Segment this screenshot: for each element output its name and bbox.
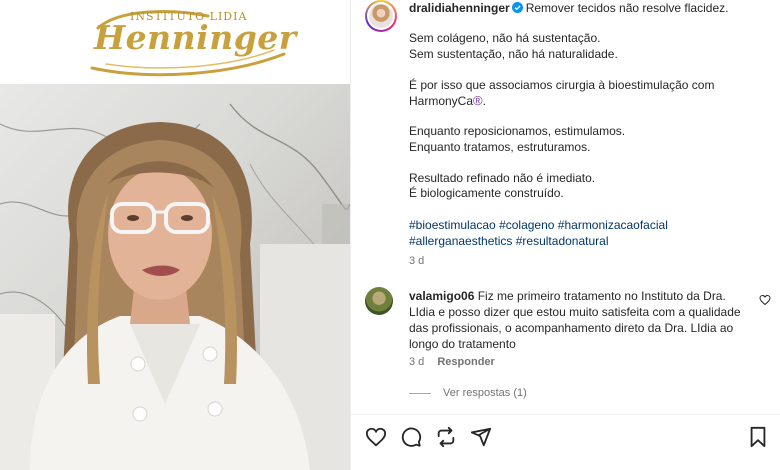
post-timestamp[interactable]: 3 d [409,255,424,267]
view-replies-button[interactable]: Ver respostas (1) [409,387,527,399]
caption-trailing-dot: . [482,94,486,108]
view-replies-label: Ver respostas (1) [443,387,527,399]
caption-line [409,62,769,78]
brand-banner: INSTITUTO LIDIA Henninger [0,0,350,84]
heart-icon[interactable] [365,426,387,448]
caption-line: Sem sustentação, não há naturalidade. [409,46,618,61]
verified-icon [511,2,523,13]
caption-line: Enquanto reposicionamos, estimulamos. [409,124,626,138]
hashtag-link[interactable]: #allerganaesthetics [409,234,512,248]
repost-icon[interactable] [435,426,457,448]
hashtag-link[interactable]: #resultadonatural [516,234,609,248]
replies-divider-line [409,392,431,394]
brand-logo: INSTITUTO LIDIA Henninger [88,6,296,80]
post-detail-panel: dralidiahenninger Remover tecidos não res… [350,0,780,470]
reply-button[interactable]: Responder [437,356,494,368]
hashtag-link[interactable]: #harmonizacaofacial [558,218,668,232]
caption-product-name: HarmonyCa [409,94,474,108]
caption-body: Sem colágeno, não há sustentação. Sem su… [409,31,769,202]
caption-line [409,155,769,171]
post-media[interactable]: INSTITUTO LIDIA Henninger [0,0,350,470]
video-frame [0,84,350,470]
hashtag-link[interactable]: #colageno [499,218,554,232]
caption-line: É biologicamente construído. [409,186,564,200]
author-username[interactable]: dralidiahenninger [409,1,510,15]
brand-name: Henninger [94,18,297,57]
caption-first-line: Remover tecidos não resolve flacidez. [525,1,729,15]
commenter-username[interactable]: valamigo06 [409,289,474,303]
comment-like-heart-icon[interactable] [759,294,771,306]
comment-body: valamigo06 Fiz me primeiro tratamento no… [409,288,749,352]
comment-icon[interactable] [400,426,422,448]
avatar-image [369,4,393,28]
share-icon[interactable] [470,426,492,448]
actions-divider [351,414,780,415]
comment-meta: 3 d Responder [409,356,495,368]
presenter-person [30,122,310,470]
caption-line: Enquanto tratamos, estruturamos. [409,139,591,154]
hashtag-link[interactable]: #bioestimulacao [409,218,496,232]
caption-line: HarmonyCa®. [409,93,769,109]
caption-line [409,109,769,125]
caption-line: É por isso que associamos cirurgia à bio… [409,77,715,92]
bookmark-icon[interactable] [747,426,769,448]
author-avatar[interactable] [365,0,397,32]
comment-timestamp[interactable]: 3 d [409,356,424,368]
commenter-avatar[interactable] [365,287,393,315]
caption-header: dralidiahenninger Remover tecidos não res… [409,1,779,16]
hashtag-list: #bioestimulacao #colageno #harmonizacaof… [409,217,769,249]
caption-line: Resultado refinado não é imediato. [409,170,596,185]
registered-mark: ® [473,93,483,108]
caption-line: Sem colágeno, não há sustentação. [409,31,601,45]
